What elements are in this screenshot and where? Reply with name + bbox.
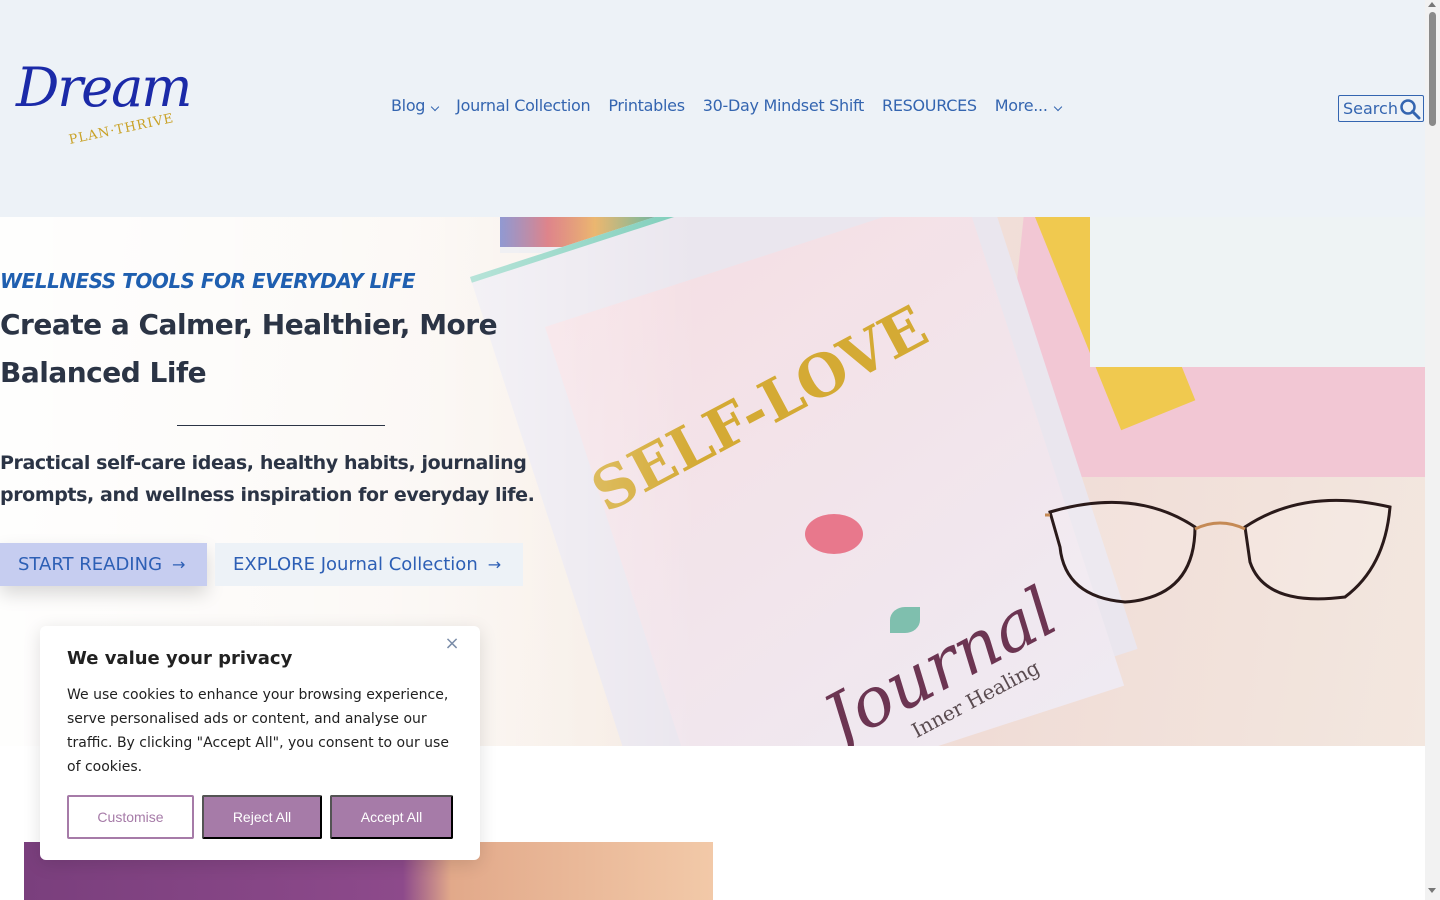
explore-journal-button[interactable]: EXPLORE Journal Collection → (215, 543, 523, 586)
hero-eyebrow: WELLNESS TOOLS FOR EVERYDAY LIFE (0, 269, 416, 293)
scroll-thumb[interactable] (1429, 12, 1436, 126)
customise-button[interactable]: Customise (67, 795, 194, 839)
search-label: Search (1343, 99, 1398, 118)
arrow-right-icon: → (172, 555, 186, 574)
chevron-down-icon (430, 102, 440, 111)
explore-journal-label: EXPLORE Journal Collection (233, 554, 478, 575)
close-icon[interactable]: × (444, 634, 460, 654)
logo-wordmark: Dream (16, 56, 192, 119)
nav-item-label: Blog (391, 96, 426, 115)
flower-illustration (805, 514, 863, 554)
notebook-page-image (1090, 217, 1425, 367)
search-button[interactable]: Search (1338, 95, 1424, 122)
nav-item-blog[interactable]: Blog (391, 96, 440, 115)
hero-divider (177, 425, 385, 426)
site-header: Dream PLAN·THRIVE Blog Journal Collectio… (0, 0, 1425, 217)
nav-item-journal-collection[interactable]: Journal Collection (456, 96, 590, 115)
nav-item-resources[interactable]: RESOURCES (882, 96, 977, 115)
site-logo[interactable]: Dream PLAN·THRIVE (8, 56, 192, 156)
reject-all-button[interactable]: Reject All (202, 795, 322, 839)
nav-item-printables[interactable]: Printables (608, 96, 685, 115)
page-scrollbar[interactable] (1425, 0, 1440, 900)
arrow-right-icon: → (487, 555, 502, 574)
accept-all-button[interactable]: Accept All (330, 795, 453, 839)
nav-item-label: Printables (608, 96, 685, 115)
start-reading-label: START READING (18, 554, 163, 575)
nav-item-label: More... (994, 96, 1048, 115)
nav-item-mindset-shift[interactable]: 30-Day Mindset Shift (702, 96, 865, 115)
main-navigation: Blog Journal Collection Printables 30-Da… (391, 96, 1062, 115)
cookie-text: We use cookies to enhance your browsing … (67, 687, 449, 775)
chevron-down-icon (1053, 102, 1062, 111)
nav-item-label: Journal Collection (456, 96, 591, 115)
scroll-up-icon[interactable] (1428, 2, 1436, 7)
scroll-down-icon[interactable] (1428, 888, 1436, 893)
leaf-illustration (890, 607, 920, 633)
search-icon (1400, 99, 1421, 120)
cookie-title: We value your privacy (67, 648, 293, 669)
nav-item-label: RESOURCES (882, 96, 977, 115)
start-reading-button[interactable]: START READING → (0, 543, 207, 586)
hero-title: Create a Calmer, Healthier, More Balance… (0, 308, 498, 389)
cookie-consent-banner: × We value your privacy We use cookies t… (40, 626, 480, 860)
nav-item-more[interactable]: More... (994, 96, 1062, 115)
nav-item-label: 30-Day Mindset Shift (702, 96, 865, 115)
hero-subtitle: Practical self-care ideas, healthy habit… (0, 452, 535, 506)
glasses-image (1045, 498, 1392, 604)
